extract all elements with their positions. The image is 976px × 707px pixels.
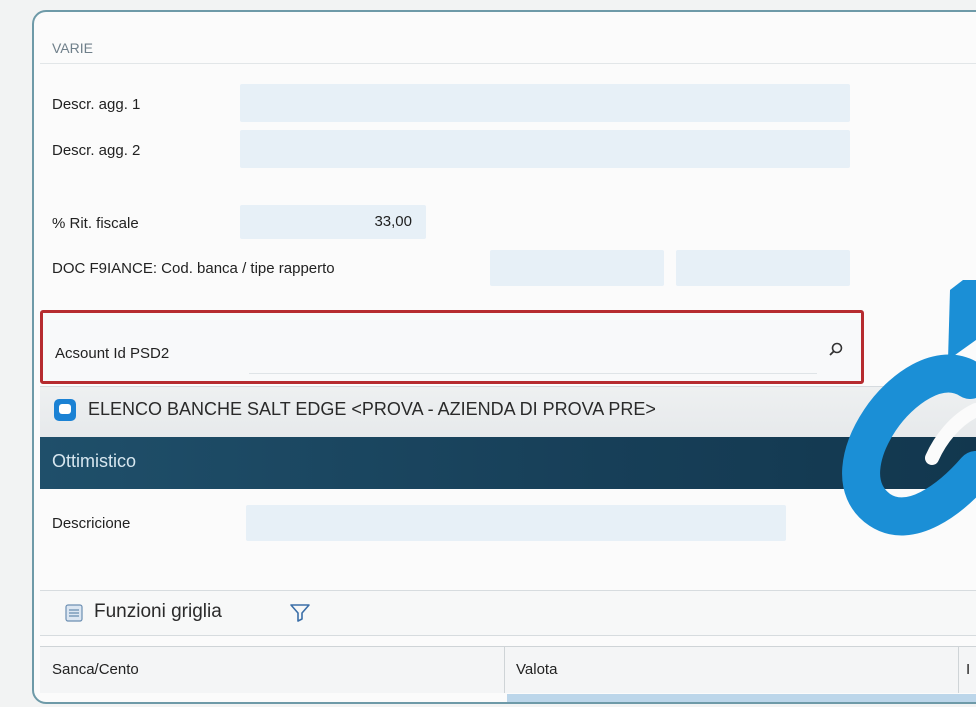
- grid-header: Sanca/Cento Valota I: [40, 646, 976, 693]
- column-header-banca-conto[interactable]: Sanca/Cento: [52, 661, 139, 678]
- column-header-valuta[interactable]: Valota: [516, 661, 557, 678]
- selected-row[interactable]: [507, 694, 976, 702]
- descr-agg-2-label: Descr. agg. 2: [52, 142, 141, 159]
- rit-fiscale-label: % Rit. fiscale: [52, 215, 139, 232]
- account-id-psd2-input[interactable]: [249, 323, 817, 374]
- doc-finance-label: DOC F9IANCE: Cod. banca / tipe rapperto: [52, 260, 335, 277]
- section-header-varie: VARIE: [40, 32, 976, 64]
- grid-functions-button[interactable]: Funzioni griglia: [94, 601, 222, 623]
- bank-list-title: ELENCO BANCHE SALT EDGE <PROVA - AZIENDA…: [88, 399, 656, 419]
- descrizione-input[interactable]: [246, 505, 786, 541]
- column-divider: [504, 647, 505, 693]
- filter-icon[interactable]: [288, 601, 312, 625]
- descr-agg-2-input[interactable]: [240, 130, 850, 168]
- descrizione-label: Descricione: [52, 515, 131, 532]
- grid-functions-icon[interactable]: [64, 603, 84, 623]
- descr-agg-1-label: Descr. agg. 1: [52, 96, 141, 113]
- link-logo: [842, 280, 976, 536]
- column-header-extra[interactable]: I: [966, 661, 970, 678]
- ottimistico-label: Ottimistico: [52, 451, 137, 471]
- doc-finance-bank-code-input[interactable]: [490, 250, 664, 286]
- window-icon: [54, 399, 76, 421]
- account-id-psd2-label: Acsount Id PSD2: [55, 345, 170, 362]
- rit-fiscale-input[interactable]: 33,00: [240, 205, 426, 239]
- account-id-psd2-highlight: Acsount Id PSD2: [40, 310, 864, 384]
- descr-agg-1-input[interactable]: [240, 84, 850, 122]
- column-divider: [958, 647, 959, 693]
- grid-toolbar: Funzioni griglia: [40, 590, 976, 636]
